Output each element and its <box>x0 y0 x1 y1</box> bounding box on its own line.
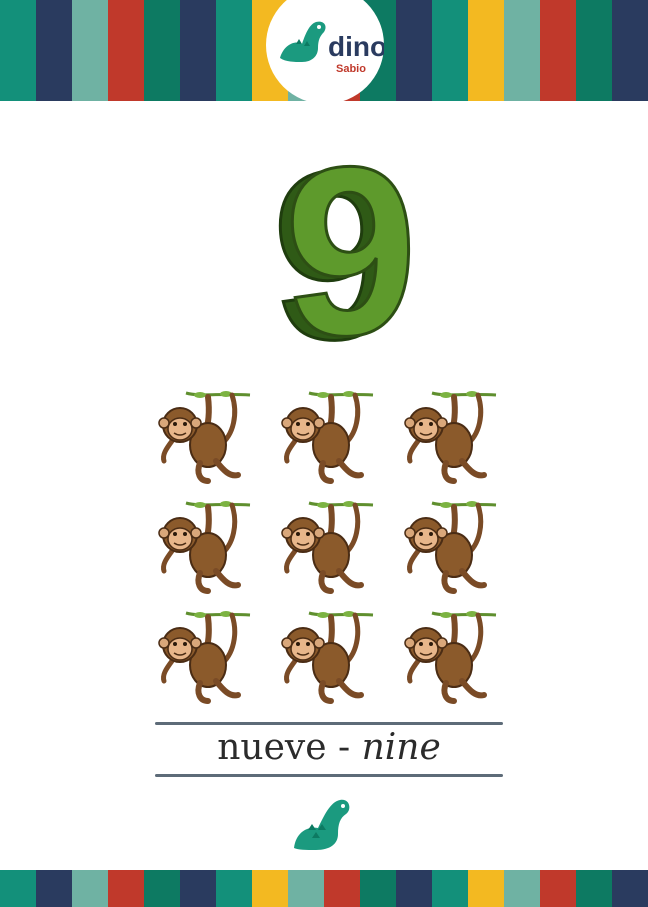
stripe <box>36 0 72 101</box>
stripe <box>108 870 144 907</box>
stripe <box>612 0 648 101</box>
stripe <box>252 870 288 907</box>
logo-dino-icon <box>280 21 326 62</box>
stripe <box>576 0 612 101</box>
stripe <box>0 870 36 907</box>
monkey-icon <box>150 383 254 487</box>
monkey-icon <box>396 493 500 597</box>
numeral-digit: 9 <box>284 138 412 358</box>
stripe <box>180 870 216 907</box>
stripe <box>216 0 252 101</box>
stripe <box>0 0 36 101</box>
caption-rule-bottom <box>155 774 503 777</box>
stripe <box>180 0 216 101</box>
stripe <box>468 0 504 101</box>
monkey-icon <box>273 383 377 487</box>
dino-icon <box>294 799 350 850</box>
stripe <box>576 870 612 907</box>
bottom-stripe-band <box>0 870 648 907</box>
stripe <box>108 0 144 101</box>
logo-wordmark: dino <box>328 31 384 62</box>
monkey-icon <box>273 493 377 597</box>
dino-sabio-logo: dino Sabio <box>280 21 384 75</box>
stripe <box>72 0 108 101</box>
stripe <box>432 0 468 101</box>
object-grid <box>140 380 510 710</box>
word-separator: - <box>326 727 362 768</box>
stripe <box>432 870 468 907</box>
stripe <box>540 870 576 907</box>
monkey-icon <box>396 603 500 707</box>
stripe <box>396 0 432 101</box>
stripe <box>360 870 396 907</box>
stripe <box>324 870 360 907</box>
stripe <box>144 0 180 101</box>
stripe <box>540 0 576 101</box>
word-english: nine <box>361 727 441 768</box>
word-spanish: nueve <box>217 727 327 768</box>
stripe <box>216 870 252 907</box>
stripe <box>504 0 540 101</box>
monkey-icon <box>150 603 254 707</box>
stripe <box>144 870 180 907</box>
stripe <box>468 870 504 907</box>
stripe <box>288 870 324 907</box>
stripe <box>36 870 72 907</box>
monkey-icon <box>396 383 500 487</box>
numeral-graphic: 9 9 <box>271 138 413 358</box>
stripe <box>504 870 540 907</box>
number-word-caption: nueve - nine <box>155 724 503 772</box>
monkey-icon <box>273 603 377 707</box>
logo-subtitle: Sabio <box>336 63 366 75</box>
stripe <box>396 870 432 907</box>
stripe <box>72 870 108 907</box>
logo-badge: dino Sabio <box>266 0 384 104</box>
monkey-icon <box>150 493 254 597</box>
stripe <box>612 870 648 907</box>
